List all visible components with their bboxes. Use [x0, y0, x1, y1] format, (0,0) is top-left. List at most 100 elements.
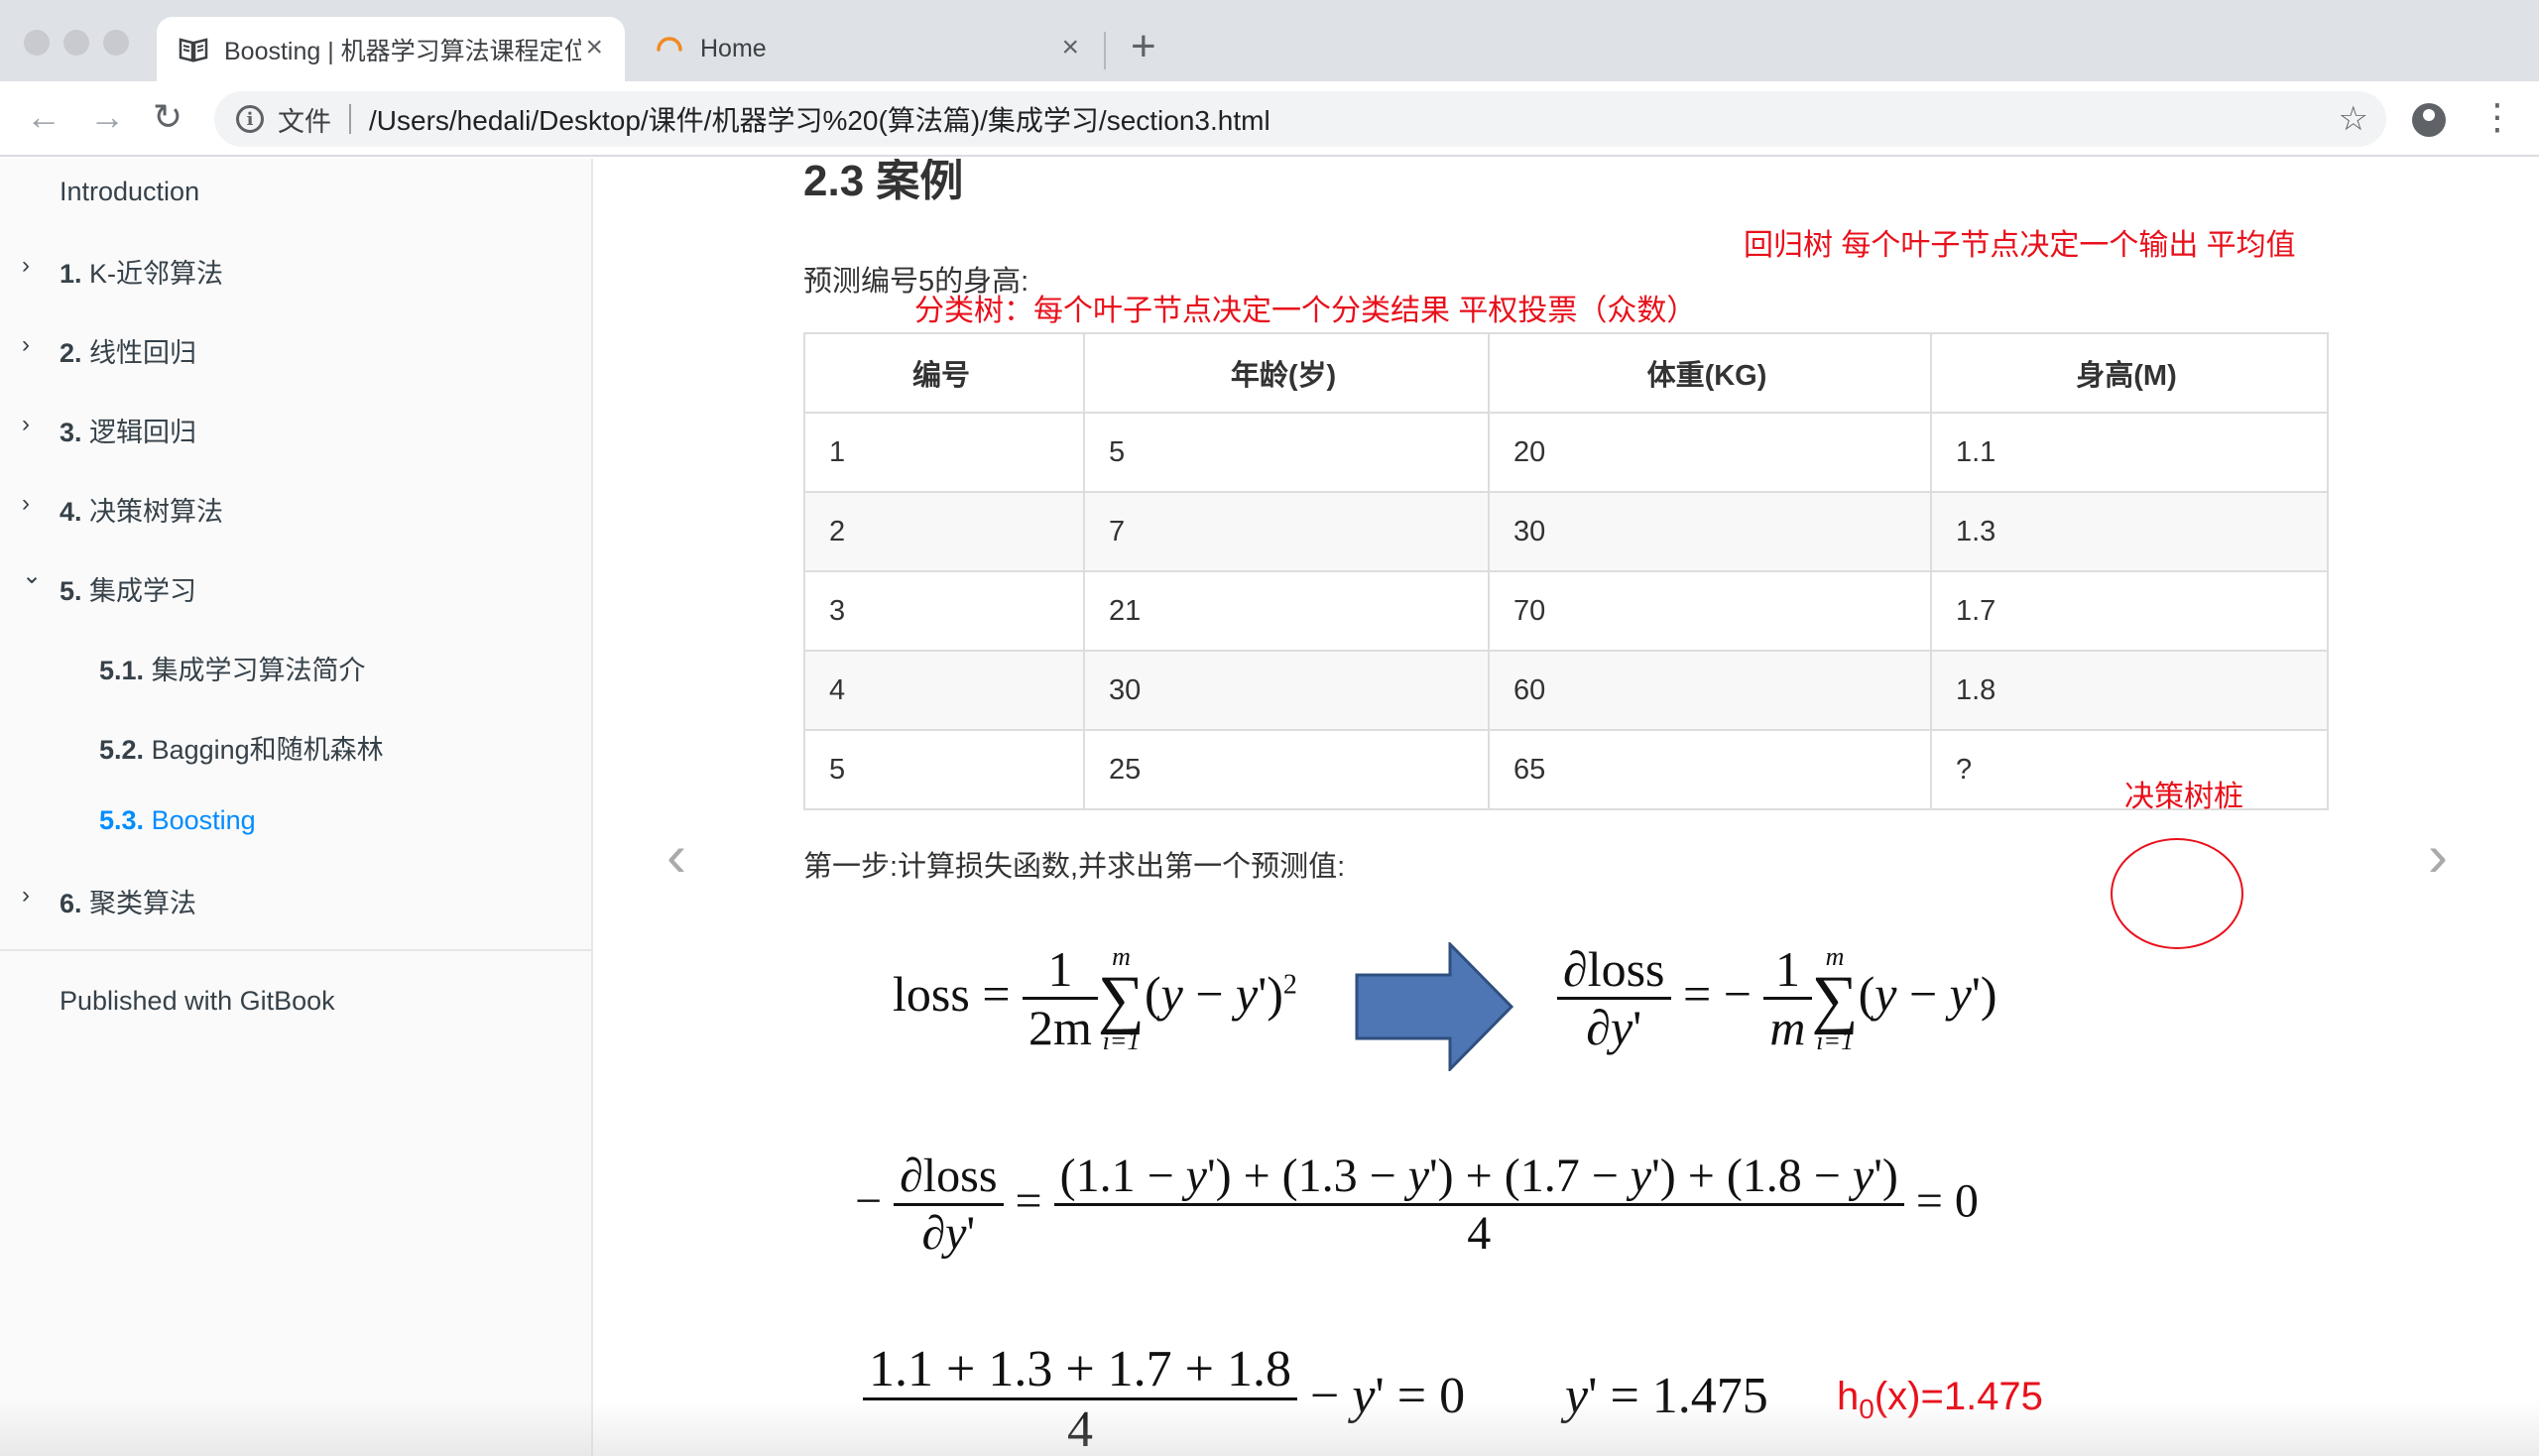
table-header-row: 编号 年龄(岁) 体重(KG) 身高(M) — [803, 332, 2329, 414]
item-number: 1. — [60, 259, 82, 289]
table-cell: 2 — [803, 491, 1085, 572]
sidebar-item-ensemble[interactable]: 5. 集成学习 — [60, 569, 196, 608]
book-icon — [179, 37, 208, 62]
bookmark-star-icon[interactable]: ☆ — [2339, 99, 2368, 139]
item-label: Boosting — [151, 805, 256, 835]
table-cell: 30 — [1488, 491, 1932, 572]
tab-title: Home — [700, 35, 767, 62]
tab-boosting[interactable]: Boosting | 机器学习算法课程定位、目标 × — [157, 17, 625, 81]
close-tab-button[interactable]: × — [585, 33, 603, 62]
table-cell: 1.1 — [1930, 412, 2329, 493]
browser-toolbar: ← → ↻ i 文件 /Users/hedali/Desktop/课件/机器学习… — [0, 81, 2539, 157]
column-header: 年龄(岁) — [1083, 332, 1490, 414]
omnibox-divider — [349, 104, 351, 134]
gitbook-footer-link[interactable]: Published with GitBook — [60, 986, 335, 1017]
item-number: 3. — [60, 418, 82, 447]
item-number: 2. — [60, 338, 82, 368]
column-header: 体重(KG) — [1488, 332, 1932, 414]
next-page-button[interactable]: › — [2428, 821, 2448, 890]
annotation-ellipse — [2111, 838, 2243, 949]
back-button[interactable]: ← — [26, 95, 61, 139]
sidebar-item-introduction[interactable]: Introduction — [60, 177, 199, 207]
reload-button[interactable]: ↻ — [153, 95, 182, 139]
bottom-shadow — [0, 1400, 2539, 1456]
close-window-button[interactable] — [24, 30, 50, 56]
tab-home[interactable]: Home × — [645, 17, 1101, 81]
table-row: 4 30 60 1.8 — [803, 650, 2329, 731]
chevron-right-icon[interactable]: › — [22, 331, 30, 359]
table-cell: 5 — [1083, 412, 1490, 493]
forward-button[interactable]: → — [89, 95, 125, 139]
sidebar-item-clustering[interactable]: 6. 聚类算法 — [60, 882, 196, 920]
sidebar-divider — [0, 949, 591, 951]
right-arrow-icon — [1355, 942, 1514, 1071]
table-cell: 7 — [1083, 491, 1490, 572]
sidebar-subitem-bagging[interactable]: 5.2. Bagging和随机森林 — [99, 728, 384, 767]
table-cell: 3 — [803, 570, 1085, 652]
item-label: Bagging和随机森林 — [151, 735, 384, 765]
item-number: 5.1. — [99, 656, 145, 685]
gradient-equation: − ∂loss ∂y' = (1.1 − y') + (1.3 − y') + (… — [855, 1150, 1979, 1260]
column-header: 编号 — [803, 332, 1085, 414]
item-label: 集成学习算法简介 — [151, 656, 366, 685]
table-cell: 20 — [1488, 412, 1932, 493]
regression-tree-note: 回归树 每个叶子节点决定一个输出 平均值 — [1744, 229, 2296, 262]
decision-stump-note: 决策树桩 — [2124, 781, 2243, 813]
sidebar-subitem-boosting[interactable]: 5.3. Boosting — [99, 805, 256, 836]
sidebar-item-logistic-regression[interactable]: 3. 逻辑回归 — [60, 411, 196, 449]
sidebar-item-knn[interactable]: 1. K-近邻算法 — [60, 252, 223, 291]
prev-page-button[interactable]: ‹ — [666, 821, 686, 890]
url-text[interactable]: /Users/hedali/Desktop/课件/机器学习%20(算法篇)/集成… — [369, 99, 1270, 139]
chevron-right-icon[interactable]: › — [22, 411, 30, 438]
tab-bar: Boosting | 机器学习算法课程定位、目标 × Home × + — [0, 0, 2539, 81]
classification-tree-note: 分类树：每个叶子节点决定一个分类结果 平权投票（众数） — [914, 295, 1697, 327]
table-row: 3 21 70 1.7 — [803, 570, 2329, 652]
table-cell: 60 — [1488, 650, 1932, 731]
chevron-right-icon[interactable]: › — [22, 882, 30, 910]
loss-formula: loss = 1 2m m ∑ i=1 (y − y')2 — [893, 941, 1297, 1056]
item-label: 线性回归 — [89, 338, 197, 368]
table-cell: 5 — [803, 729, 1085, 810]
item-label: 逻辑回归 — [89, 418, 197, 447]
close-tab-button[interactable]: × — [1061, 33, 1079, 62]
table-cell: 4 — [803, 650, 1085, 731]
sidebar-item-decision-tree[interactable]: 4. 决策树算法 — [60, 490, 223, 529]
table-cell: 1 — [803, 412, 1085, 493]
item-label: 集成学习 — [89, 576, 197, 606]
item-label: K-近邻算法 — [89, 259, 224, 289]
item-number: 4. — [60, 497, 82, 527]
book-sidebar: Introduction › 1. K-近邻算法 › 2. 线性回归 › 3. … — [0, 159, 593, 1456]
scheme-label: 文件 — [278, 106, 331, 137]
sidebar-item-linear-regression[interactable]: 2. 线性回归 — [60, 331, 196, 370]
table-cell: 1.7 — [1930, 570, 2329, 652]
chevron-right-icon[interactable]: › — [22, 252, 30, 280]
minimize-window-button[interactable] — [63, 30, 89, 56]
new-tab-button[interactable]: + — [1131, 22, 1156, 71]
chevron-down-icon[interactable]: ⌄ — [22, 561, 42, 590]
address-bar[interactable]: i 文件 /Users/hedali/Desktop/课件/机器学习%20(算法… — [214, 91, 2386, 147]
account-icon[interactable] — [2412, 103, 2446, 137]
table-cell: 25 — [1083, 729, 1490, 810]
sidebar-subitem-ensemble-intro[interactable]: 5.1. 集成学习算法简介 — [99, 649, 366, 687]
menu-icon[interactable]: ⋮ — [2479, 97, 2515, 137]
tab-separator — [1104, 32, 1106, 69]
chevron-right-icon[interactable]: › — [22, 490, 30, 518]
table-cell: 21 — [1083, 570, 1490, 652]
zoom-window-button[interactable] — [103, 30, 129, 56]
item-number: 6. — [60, 889, 82, 918]
item-number: 5.2. — [99, 735, 145, 765]
table-cell: 65 — [1488, 729, 1932, 810]
column-header: 身高(M) — [1930, 332, 2329, 414]
table-cell: 70 — [1488, 570, 1932, 652]
table-cell: 1.8 — [1930, 650, 2329, 731]
item-label: 决策树算法 — [89, 497, 224, 527]
derivative-formula: ∂loss ∂y' = − 1 m m ∑ i=1 (y − y') — [1557, 942, 1997, 1057]
section-heading: 2.3 案例 — [803, 159, 964, 205]
info-icon[interactable]: i — [236, 105, 264, 133]
item-number: 5. — [60, 576, 82, 606]
table-row: 5 25 65 ? — [803, 729, 2329, 810]
item-number: 5.3. — [99, 805, 145, 835]
step1-text: 第一步:计算损失函数,并求出第一个预测值: — [803, 851, 1346, 883]
item-label: 聚类算法 — [89, 889, 197, 918]
loading-icon — [657, 36, 682, 52]
